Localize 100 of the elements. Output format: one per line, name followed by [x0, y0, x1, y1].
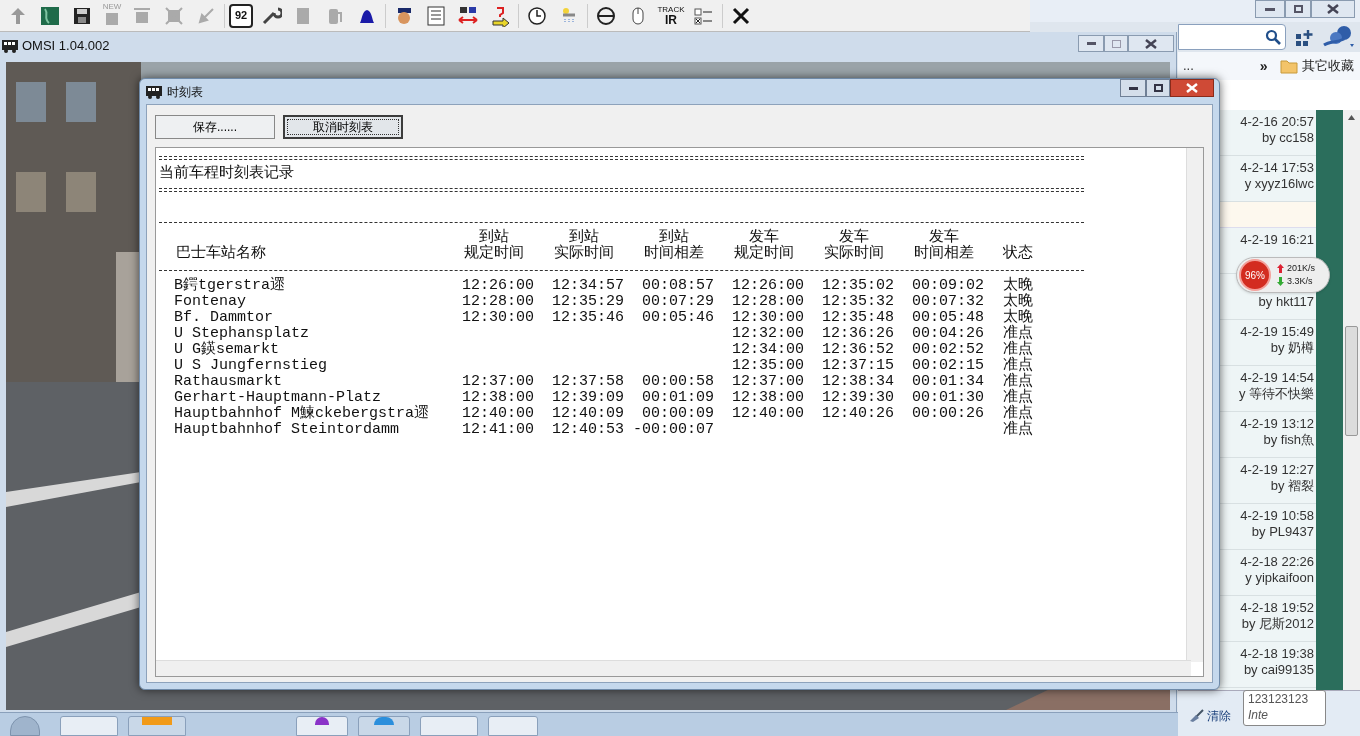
column-header: 巴士车站名称 — [175, 243, 267, 262]
time-cell-text: 00:04:26 — [911, 326, 984, 342]
time-cell-text: 12:41:00 — [461, 422, 534, 438]
time-cell-text: 00:01:30 — [911, 390, 984, 406]
time-cell-text: 12:34:00 — [731, 342, 804, 358]
post-author: by PL9437 — [1251, 524, 1314, 540]
close-button[interactable] — [1128, 35, 1174, 52]
window-title: 时刻表 — [167, 83, 203, 101]
time-cell-text: 12:36:26 — [821, 326, 894, 342]
close-icon — [1327, 4, 1339, 14]
start-button[interactable] — [10, 716, 40, 736]
bookmark-folder[interactable]: 其它收藏 — [1301, 56, 1354, 76]
bus-icon — [2, 39, 18, 53]
time-cell-text: 12:39:09 — [551, 390, 624, 406]
scroll-thumb[interactable] — [1345, 326, 1358, 436]
post-date: 4-2-18 22:26 — [1240, 554, 1314, 570]
download-speed: 3.3K/s — [1287, 275, 1313, 288]
time-cell-text: 12:40:00 — [461, 406, 534, 422]
post-author: y yipkaifoon — [1245, 570, 1314, 586]
clock-icon[interactable] — [526, 4, 548, 27]
time-cell-text: 12:37:15 — [821, 358, 894, 374]
close-button[interactable] — [1170, 79, 1214, 97]
window-title: OMSI 1.04.002 — [22, 37, 110, 56]
time-cell-text: 12:37:00 — [461, 374, 534, 390]
station-name: Bf. Dammtor — [173, 310, 275, 326]
time-cell-text: 00:09:02 — [911, 278, 984, 294]
minimize-button[interactable] — [1255, 0, 1285, 18]
time-cell-text: 12:35:48 — [821, 310, 894, 326]
time-cell-text: 12:38:34 — [821, 374, 894, 390]
post-author: by fish魚 — [1263, 432, 1314, 448]
time-cell-text: 12:36:52 — [821, 342, 894, 358]
maximize-button[interactable] — [1146, 79, 1170, 97]
station-name: Rathausmarkt — [173, 374, 284, 390]
exchange-icon[interactable] — [457, 4, 479, 27]
app-icon[interactable] — [315, 717, 329, 725]
time-cell-text: 12:40:00 — [731, 406, 804, 422]
station-name: U Stephansplatz — [173, 326, 311, 342]
time-cell-text: 12:38:00 — [461, 390, 534, 406]
timetable-icon[interactable] — [425, 4, 447, 27]
apps-icon[interactable] — [1295, 29, 1313, 47]
close-icon — [1186, 83, 1198, 93]
time-cell-text: 00:01:09 — [641, 390, 714, 406]
report-title: 当前车程时刻表记录 — [159, 166, 294, 182]
cancel-timetable-button[interactable]: 取消时刻表 — [283, 115, 403, 139]
post-date: 4-2-19 16:21 — [1240, 232, 1314, 248]
search-icon — [1265, 29, 1281, 45]
post-date: 4-2-19 10:58 — [1240, 508, 1314, 524]
bus-number-button[interactable]: 92 — [229, 3, 253, 28]
post-author: by 奶樽 — [1270, 340, 1314, 356]
bookmark-overflow[interactable]: ... — [1183, 56, 1194, 76]
post-author: y xyyz16lwc — [1244, 176, 1314, 192]
column-header: 发车 实际时间 — [823, 230, 885, 262]
station-name: Hauptbahnhof M鰊ckebergstra遝 — [173, 406, 431, 422]
time-cell-text: 00:07:29 — [641, 294, 714, 310]
steering-wheel-icon[interactable] — [595, 4, 617, 27]
time-cell-text: 12:37:58 — [551, 374, 624, 390]
time-cell-text: 12:35:29 — [551, 294, 624, 310]
column-header: 到站 时间相差 — [643, 230, 705, 262]
minimize-button[interactable] — [1078, 35, 1104, 52]
scrollbar[interactable] — [1343, 110, 1360, 690]
save-button[interactable]: 保存...... — [155, 115, 275, 139]
column-header: 发车 规定时间 — [733, 230, 795, 262]
station-name: U G鍈semarkt — [173, 342, 279, 358]
time-cell-text: 00:01:34 — [911, 374, 984, 390]
minimize-button[interactable] — [1120, 79, 1146, 97]
help-icon[interactable] — [489, 4, 511, 27]
post-author: by cc158 — [1261, 130, 1314, 146]
column-header: 状态 — [1002, 243, 1034, 262]
close-button[interactable] — [1311, 0, 1355, 18]
clear-button[interactable]: 清除 — [1188, 707, 1231, 725]
search-field[interactable] — [1178, 24, 1286, 50]
post-date: 4-2-19 15:49 — [1240, 324, 1314, 340]
horizontal-scrollbar[interactable] — [156, 660, 1191, 676]
time-cell-text: 00:00:58 — [641, 374, 714, 390]
time-cell-text: 12:34:57 — [551, 278, 624, 294]
map-icon[interactable] — [39, 4, 61, 27]
vertical-scrollbar[interactable] — [1186, 148, 1203, 662]
time-cell-text: 12:37:00 — [731, 374, 804, 390]
time-cell-text: 12:35:00 — [731, 358, 804, 374]
track-ir-button[interactable]: TRACK IR — [656, 2, 686, 29]
time-cell-text: 12:26:00 — [731, 278, 804, 294]
station-name: Gerhart-Hauptmann-Platz — [173, 390, 383, 406]
time-cell-text: 12:30:00 — [461, 310, 534, 326]
time-cell-text: 12:38:00 — [731, 390, 804, 406]
post-date: 4-2-14 17:53 — [1240, 160, 1314, 176]
flower-icon[interactable] — [1322, 25, 1356, 49]
time-cell-text: 12:35:46 — [551, 310, 624, 326]
status-cell-text: 太晚 — [1002, 294, 1034, 310]
folder-icon — [1279, 58, 1298, 74]
bookmarks-more-button[interactable]: » — [1259, 55, 1268, 77]
scroll-up-icon[interactable] — [1348, 115, 1355, 120]
time-cell-text: -00:00:07 — [632, 422, 714, 438]
post-date: 4-2-18 19:38 — [1240, 646, 1314, 662]
time-cell-text: 12:40:09 — [551, 406, 624, 422]
column-header: 到站 规定时间 — [463, 230, 525, 262]
time-cell-text: 00:05:48 — [911, 310, 984, 326]
time-cell-text: 12:40:53 — [551, 422, 624, 438]
post-date: 4-2-18 19:52 — [1240, 600, 1314, 616]
restore-button[interactable] — [1285, 0, 1311, 18]
time-cell-text: 12:28:00 — [461, 294, 534, 310]
